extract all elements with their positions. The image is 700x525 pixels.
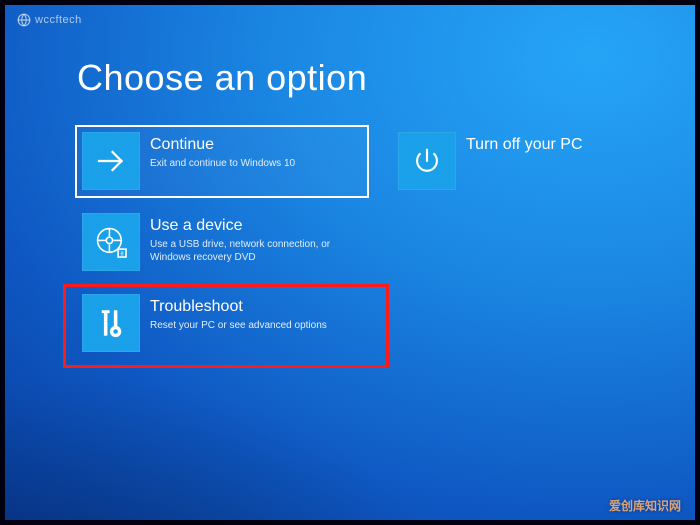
content-area: Choose an option Continue Exit and conti… — [77, 57, 675, 358]
option-desc: Exit and continue to Windows 10 — [150, 157, 295, 170]
page-title: Choose an option — [77, 57, 675, 99]
watermark: wccftech — [17, 13, 82, 27]
option-label: Troubleshoot — [150, 298, 327, 316]
option-turn-off[interactable]: Turn off your PC — [393, 127, 613, 196]
tools-icon — [82, 294, 140, 352]
power-icon — [398, 132, 456, 190]
option-continue[interactable]: Continue Exit and continue to Windows 10 — [77, 127, 367, 196]
attribution-text: 爱创库知识网 — [609, 500, 681, 512]
option-use-device[interactable]: 8 Use a device Use a USB drive, network … — [77, 208, 367, 277]
option-label: Use a device — [150, 217, 350, 235]
option-desc: Reset your PC or see advanced options — [150, 319, 327, 332]
disc-icon: 8 — [82, 213, 140, 271]
option-troubleshoot[interactable]: Troubleshoot Reset your PC or see advanc… — [77, 289, 367, 358]
svg-text:8: 8 — [121, 251, 124, 257]
options-grid: Continue Exit and continue to Windows 10… — [77, 127, 675, 358]
arrow-right-icon — [82, 132, 140, 190]
watermark-text: wccftech — [35, 14, 82, 26]
globe-icon — [17, 13, 31, 27]
option-desc: Use a USB drive, network connection, or … — [150, 238, 350, 264]
recovery-screen: wccftech Choose an option Continue Exit … — [5, 5, 695, 520]
option-label: Continue — [150, 136, 295, 154]
option-label: Turn off your PC — [466, 136, 583, 154]
